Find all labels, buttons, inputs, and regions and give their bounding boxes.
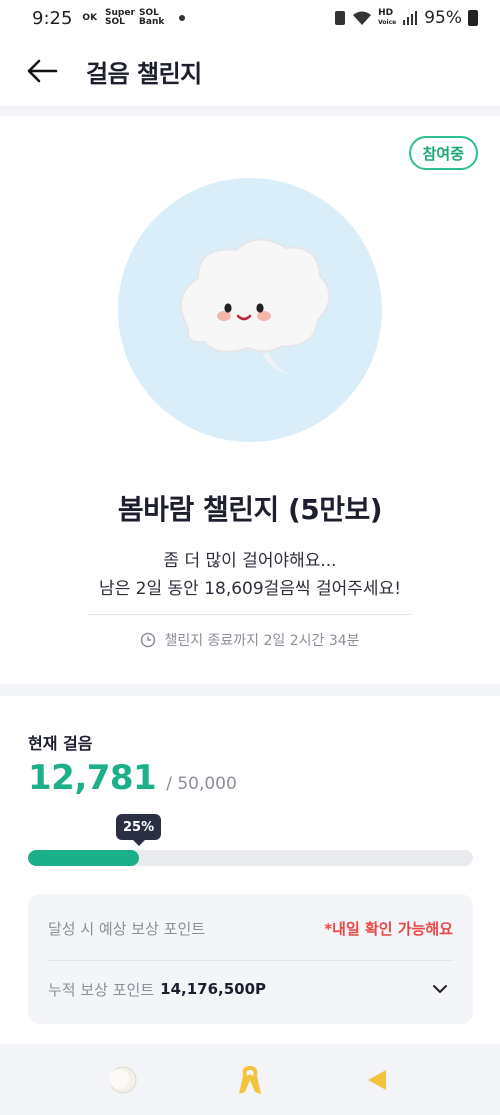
- reward-divider: [48, 960, 453, 961]
- progress-fill: [28, 850, 140, 866]
- status-bar: 9:25 OK Super SOL SOL Bank HD Voice 95%: [0, 0, 500, 36]
- progress-tooltip: 25%: [116, 814, 162, 846]
- status-time: 9:25: [32, 7, 73, 29]
- expected-reward-note: *내일 확인 가능해요: [324, 920, 453, 938]
- nav-back-button[interactable]: [357, 1060, 397, 1100]
- cumulative-reward-label: 누적 보상 포인트: [48, 980, 155, 999]
- battery-icon: [468, 10, 478, 26]
- challenge-end-info: 챌린지 종료까지 2일 2시간 34분: [0, 630, 500, 650]
- steps-goal: / 50,000: [166, 774, 237, 794]
- ribbon-icon: [238, 1065, 261, 1094]
- progress-bar: [28, 850, 473, 866]
- clock-icon: [141, 632, 156, 648]
- expected-reward-row: 달성 시 예상 보상 포인트 *내일 확인 가능해요: [48, 918, 453, 939]
- challenge-card: 참여중 봄바람 챌린지 (5만보) 좀 더 많이 걸어야해요... 남은 2일 …: [0, 116, 500, 684]
- page-title: 걸음 챌린지: [86, 59, 202, 88]
- cumulative-reward-row[interactable]: 누적 보상 포인트 14,176,500P: [48, 976, 453, 1002]
- steps-card: 현재 걸음 12,781 / 50,000 25% 달성 시 예상 보상 포인트…: [0, 696, 500, 1044]
- hd-voice-label: HD: [378, 8, 394, 18]
- challenge-message-line2: 남은 2일 동안 18,609걸음씩 걸어주세요!: [98, 579, 402, 599]
- reward-box: 달성 시 예상 보상 포인트 *내일 확인 가능해요 누적 보상 포인트 14,…: [28, 894, 473, 1024]
- arrow-left-icon: [27, 59, 58, 83]
- super-sol-app-icon: Super SOL: [105, 8, 135, 27]
- steps-count-row: 12,781 / 50,000: [28, 758, 237, 798]
- steps-label: 현재 걸음: [28, 734, 93, 753]
- cumulative-reward-value: 14,176,500P: [160, 980, 267, 998]
- cloud-character-icon: [179, 238, 331, 374]
- ok-app-icon: OK: [82, 12, 98, 23]
- notification-dot-icon: [179, 15, 186, 21]
- moon-icon: [109, 1066, 137, 1093]
- nav-moon-button[interactable]: [103, 1060, 143, 1100]
- nav-ribbon-button[interactable]: [230, 1060, 270, 1100]
- bottom-nav: [0, 1044, 500, 1115]
- challenge-message-line1: 좀 더 많이 걸어야해요...: [163, 551, 337, 571]
- wifi-icon: [353, 11, 372, 25]
- back-button[interactable]: [24, 53, 60, 89]
- challenge-end-text: 챌린지 종료까지 2일 2시간 34분: [164, 633, 360, 649]
- expected-reward-label: 달성 시 예상 보상 포인트: [48, 920, 206, 938]
- back-triangle-icon: [367, 1069, 386, 1090]
- hero-image: [118, 178, 382, 442]
- status-badge: 참여중: [408, 136, 478, 170]
- voice-label: Voice: [378, 19, 397, 26]
- sol-bank-app-icon: SOL Bank: [139, 8, 165, 27]
- chevron-down-icon: [433, 985, 447, 993]
- signal-icon: [403, 11, 418, 25]
- battery-percent: 95%: [424, 8, 462, 28]
- challenge-title: 봄바람 챌린지 (5만보): [117, 493, 383, 526]
- app-header: 걸음 챌린지: [0, 36, 500, 106]
- steps-current: 12,781: [28, 758, 157, 798]
- divider: [88, 614, 412, 615]
- expand-button[interactable]: [427, 976, 453, 1002]
- nfc-icon: [335, 11, 346, 25]
